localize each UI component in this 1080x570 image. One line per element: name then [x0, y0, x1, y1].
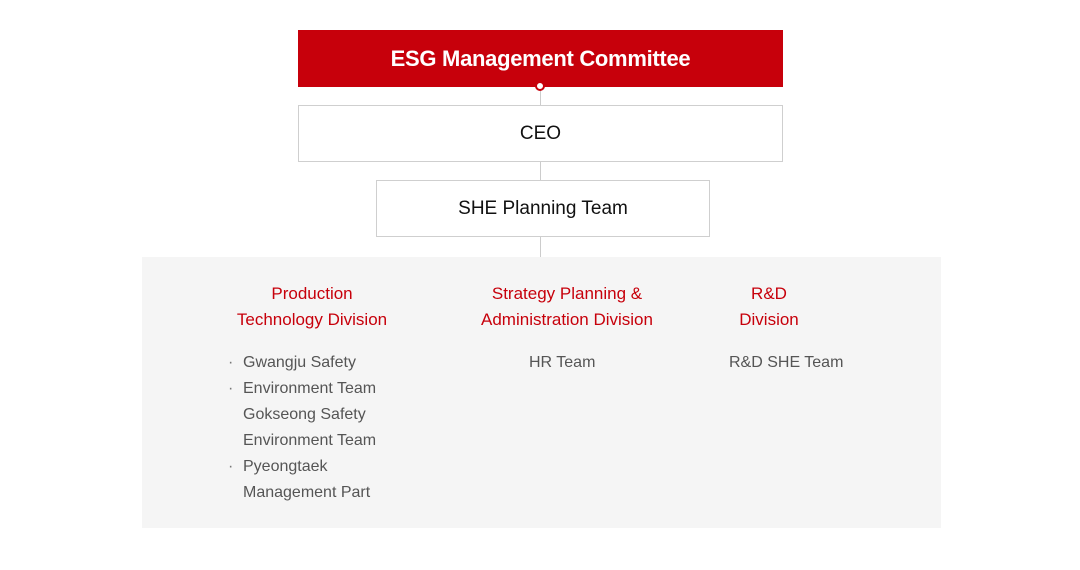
production-team-item: Environment Team	[243, 432, 377, 449]
production-team-item: Gwangju Safety	[228, 350, 376, 376]
production-team-list: Gwangju SafetyEnvironment TeamGokseong S…	[228, 350, 377, 506]
rnd-title-line2: Division	[739, 310, 799, 329]
ceo-label: CEO	[519, 122, 562, 144]
production-team-item: Management Part	[243, 484, 371, 501]
production-title-line2: Technology Division	[236, 310, 388, 329]
strategy-title-line2: Administration Division	[481, 310, 653, 329]
strategy-division-title: Strategy Planning & Administration Divis…	[457, 281, 677, 333]
esg-committee-box: ESG Management Committee	[298, 30, 783, 87]
esg-committee-label: ESG Management Committee	[390, 45, 691, 71]
production-division-title: Production Technology Division	[212, 281, 412, 333]
production-team-item: Pyeongtaek	[228, 454, 376, 480]
ceo-box: CEO	[298, 105, 783, 162]
rnd-she-team-label: R&D SHE Team	[729, 354, 844, 371]
connector-ceo-she	[540, 162, 541, 180]
production-team-item: Gokseong Safety	[243, 406, 366, 423]
rnd-division-title: R&D Division	[709, 281, 829, 333]
hr-team-label: HR Team	[529, 354, 596, 371]
rnd-title-line1: R&D	[751, 284, 787, 303]
connector-she-divisions	[540, 237, 541, 257]
production-title-line1: Production	[271, 284, 353, 303]
strategy-title-line1: Strategy Planning &	[491, 284, 643, 303]
she-planning-team-box: SHE Planning Team	[376, 180, 710, 237]
connector-dot-icon	[535, 81, 545, 91]
production-team-item: Environment Team	[228, 376, 376, 402]
she-planning-team-label: SHE Planning Team	[458, 197, 628, 219]
